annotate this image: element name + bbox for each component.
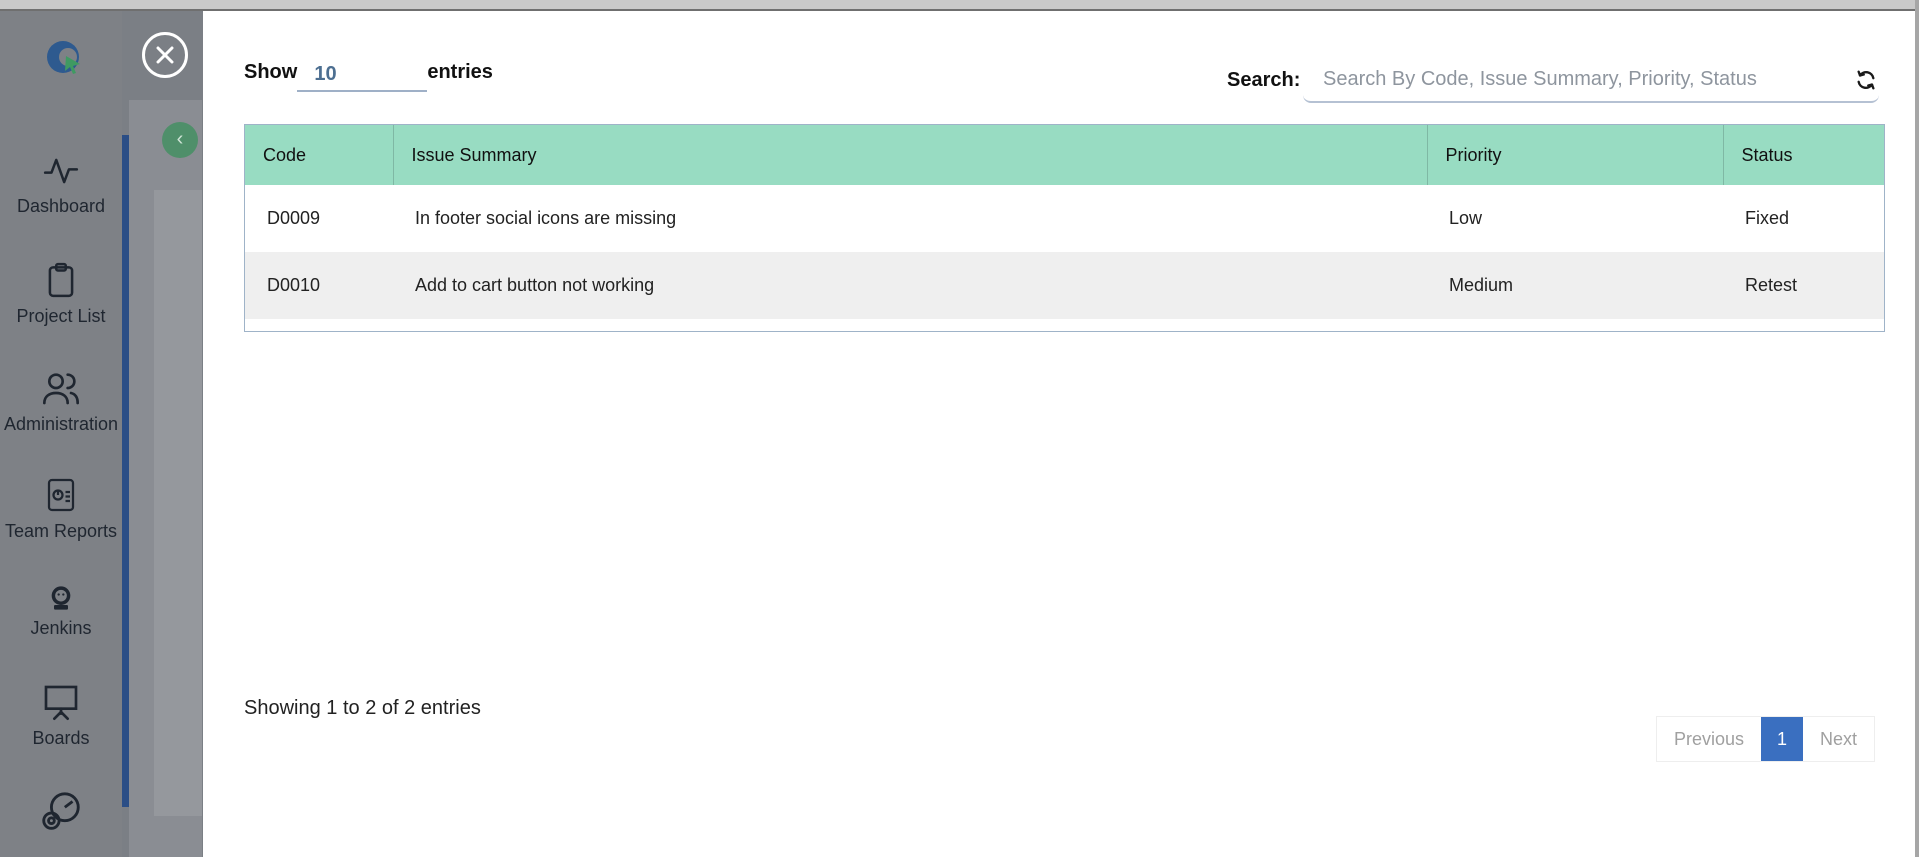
sidebar-item-dashboard[interactable]: Dashboard <box>0 152 122 217</box>
activity-icon <box>43 158 79 184</box>
entries-length-control: Show entries <box>244 58 493 92</box>
column-header-issue-summary[interactable]: Issue Summary <box>393 125 1428 185</box>
close-icon <box>156 46 174 64</box>
sidebar-item-label: Administration <box>3 414 119 434</box>
collapse-button[interactable]: ‹ <box>162 122 198 158</box>
sidebar-item-team-reports[interactable]: Team Reports <box>0 475 122 542</box>
sidebar-item-boards[interactable]: Boards <box>0 682 122 749</box>
issues-modal: Show entries Search: Code Issue Summary … <box>203 11 1919 857</box>
cell-priority: Medium <box>1449 275 1514 295</box>
background-card <box>154 190 202 816</box>
sidebar-item-jenkins[interactable]: Jenkins <box>0 584 122 639</box>
cell-priority: Low <box>1449 208 1483 228</box>
cell-status: Retest <box>1745 275 1798 295</box>
top-rule <box>0 0 1919 11</box>
search-input[interactable] <box>1303 57 1879 103</box>
table-row[interactable]: D0010 Add to cart button not working Med… <box>245 252 1884 319</box>
page-button-current[interactable]: 1 <box>1761 717 1804 761</box>
entries-label: entries <box>427 61 493 83</box>
table-row[interactable]: D0009 In footer social icons are missing… <box>245 185 1884 252</box>
window-edge <box>1915 0 1919 857</box>
previous-page-button[interactable]: Previous <box>1657 717 1762 761</box>
sidebar-item-label: Dashboard <box>16 196 106 216</box>
entries-select[interactable] <box>297 58 428 92</box>
cell-summary: In footer social icons are missing <box>415 208 677 228</box>
cell-code: D0010 <box>267 275 321 295</box>
search-label: Search: <box>1227 69 1301 91</box>
sidebar-item-label: Boards <box>32 728 90 748</box>
table-info: Showing 1 to 2 of 2 entries <box>244 697 481 719</box>
sidebar-item-partial[interactable] <box>0 790 122 836</box>
column-header-status[interactable]: Status <box>1723 125 1884 185</box>
show-label: Show <box>244 61 298 83</box>
column-header-priority[interactable]: Priority <box>1427 125 1724 185</box>
sidebar-item-label: Project List <box>16 306 106 326</box>
cell-status: Fixed <box>1745 208 1790 228</box>
pagination: Previous 1 Next <box>1656 716 1876 762</box>
report-icon <box>47 478 75 512</box>
sidebar-accent <box>122 135 129 807</box>
refresh-icon[interactable] <box>1855 69 1877 91</box>
gauge-gear-icon <box>42 792 80 830</box>
clipboard-icon <box>48 262 74 298</box>
cell-code: D0009 <box>267 208 321 228</box>
sidebar-item-administration[interactable]: Administration <box>0 368 122 435</box>
jenkins-icon <box>51 586 71 610</box>
sidebar-item-project-list[interactable]: Project List <box>0 260 122 327</box>
issues-table: Code Issue Summary Priority Status D0009… <box>244 124 1885 332</box>
cell-summary: Add to cart button not working <box>415 275 655 295</box>
next-page-button[interactable]: Next <box>1803 717 1875 761</box>
app-logo-icon <box>47 41 80 74</box>
presentation-board-icon <box>44 685 78 720</box>
table-header-row: Code Issue Summary Priority Status <box>245 125 1884 185</box>
column-header-code[interactable]: Code <box>245 125 394 185</box>
sidebar-item-label: Jenkins <box>30 618 92 638</box>
sidebar-item-label: Team Reports <box>4 521 118 541</box>
close-modal-button[interactable] <box>142 32 188 78</box>
users-icon <box>43 373 79 405</box>
